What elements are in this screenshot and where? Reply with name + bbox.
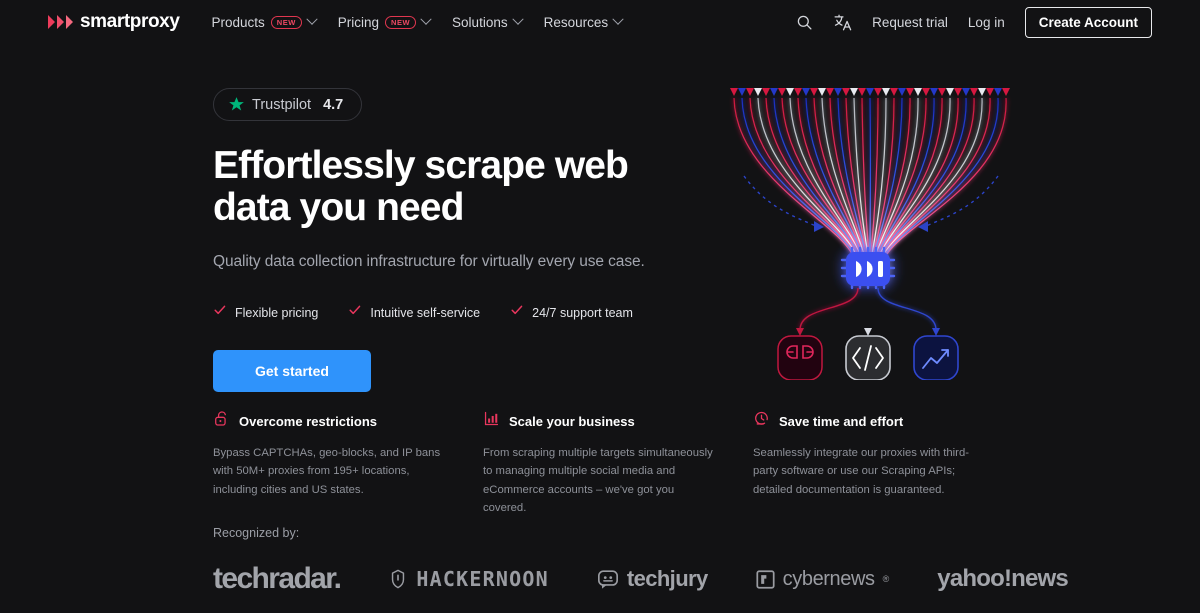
page-title: Effortlessly scrape web data you need — [213, 144, 629, 230]
feature-card-title: Scale your business — [509, 413, 635, 429]
feature-card-scale-your-business: Scale your business From scraping multip… — [483, 410, 753, 517]
cybernews-logo: cybernews ® — [756, 567, 890, 591]
chevron-down-icon — [306, 13, 318, 25]
bar-chart-growth-icon — [483, 410, 500, 432]
check-icon — [348, 303, 362, 322]
create-account-button[interactable]: Create Account — [1024, 6, 1152, 38]
techradar-logo: techradar. — [213, 562, 342, 595]
clock-speed-icon — [753, 410, 770, 432]
stream-arrowheads — [730, 88, 1010, 96]
hero-subtitle: Quality data collection infrastructure f… — [213, 253, 645, 271]
primary-nav-links: Products NEW Pricing NEW Solutions Resou… — [211, 13, 624, 30]
nav-item-resources[interactable]: Resources — [543, 13, 624, 30]
cybernews-registered-mark: ® — [882, 574, 890, 584]
chevron-down-icon — [420, 13, 432, 25]
feature-card-body: Seamlessly integrate our proxies with th… — [753, 447, 969, 496]
techjury-logo-text: techjury — [626, 566, 708, 591]
feature-card-body: Bypass CAPTCHAs, geo-blocks, and IP bans… — [213, 447, 441, 496]
get-started-button[interactable]: Get started — [213, 350, 371, 393]
hero-benefits-list: Flexible pricing Intuitive self-service … — [213, 303, 713, 322]
benefit-item-support: 24/7 support team — [510, 303, 633, 322]
code-brackets-icon — [845, 335, 891, 381]
nav-item-solutions-label: Solutions — [452, 14, 508, 30]
nav-item-resources-label: Resources — [543, 14, 609, 30]
recognized-by-label: Recognized by: — [213, 526, 300, 540]
brand-logo[interactable]: smartproxy — [48, 11, 180, 33]
brand-name: smartproxy — [80, 11, 180, 32]
unlock-icon — [213, 410, 230, 432]
nav-badge-new-pricing: NEW — [385, 15, 417, 29]
nav-item-solutions[interactable]: Solutions — [452, 13, 524, 30]
trustpilot-badge[interactable]: Trustpilot 4.7 — [213, 88, 363, 121]
nav-item-pricing[interactable]: Pricing NEW — [337, 13, 432, 30]
smartproxy-logo-icon — [48, 15, 73, 29]
trustpilot-label: Trustpilot — [252, 96, 312, 113]
hackernoon-logo: HACKERNOON — [388, 567, 548, 591]
techjury-logo: techjury — [597, 566, 708, 592]
hackernoon-logo-text: HACKERNOON — [416, 567, 549, 591]
partner-logos: techradar. HACKERNOON techjury cybernews… — [213, 562, 1069, 596]
hero-content: Trustpilot 4.7 Effortlessly scrape web d… — [213, 88, 713, 393]
benefit-label: 24/7 support team — [532, 305, 633, 320]
benefit-item-self-service: Intuitive self-service — [348, 303, 480, 322]
request-trial-link[interactable]: Request trial — [872, 15, 948, 30]
benefit-label: Intuitive self-service — [370, 305, 481, 320]
chevron-down-icon — [511, 13, 524, 25]
smartproxy-chip-icon — [840, 246, 896, 290]
recognized-by-section: Recognized by: techradar. HACKERNOON tec… — [213, 526, 1069, 596]
feature-card-title: Save time and effort — [779, 413, 904, 429]
proxy-connector-icon — [777, 335, 823, 381]
analytics-trend-icon — [913, 335, 959, 381]
feature-card-body: From scraping multiple targets simultane… — [483, 447, 713, 514]
yahoo-news-logo: yahoo!news — [937, 565, 1069, 592]
feature-cards: Overcome restrictions Bypass CAPTCHAs, g… — [213, 410, 1023, 517]
nav-item-pricing-label: Pricing — [337, 14, 380, 30]
search-icon[interactable] — [796, 14, 813, 31]
hero-illustration — [726, 80, 1016, 381]
trustpilot-star-icon — [228, 96, 245, 113]
feature-card-title: Overcome restrictions — [239, 413, 378, 429]
chevron-down-icon — [612, 13, 624, 25]
translate-icon[interactable] — [833, 13, 852, 32]
cybernews-logo-text: cybernews — [782, 567, 875, 590]
feature-card-overcome-restrictions: Overcome restrictions Bypass CAPTCHAs, g… — [213, 410, 483, 517]
trustpilot-score: 4.7 — [323, 96, 344, 113]
nav-badge-new-products: NEW — [270, 15, 302, 29]
nav-item-products-label: Products — [211, 14, 265, 30]
data-stream-lines — [733, 97, 1007, 255]
benefit-label: Flexible pricing — [235, 305, 319, 320]
dashed-arrow-head-right — [918, 221, 928, 232]
feature-card-save-time: Save time and effort Seamlessly integrat… — [753, 410, 1023, 517]
benefit-item-flexible-pricing: Flexible pricing — [213, 303, 318, 322]
log-in-link[interactable]: Log in — [968, 15, 1005, 30]
landing-page: smartproxy Products NEW Pricing NEW Solu… — [0, 0, 1200, 613]
top-navigation-bar: smartproxy Products NEW Pricing NEW Solu… — [0, 0, 1200, 44]
check-icon — [510, 303, 524, 322]
nav-item-products[interactable]: Products NEW — [211, 13, 318, 30]
check-icon — [213, 303, 227, 322]
nav-actions: Request trial Log in Create Account — [796, 6, 1152, 38]
node-connectors — [799, 287, 937, 331]
